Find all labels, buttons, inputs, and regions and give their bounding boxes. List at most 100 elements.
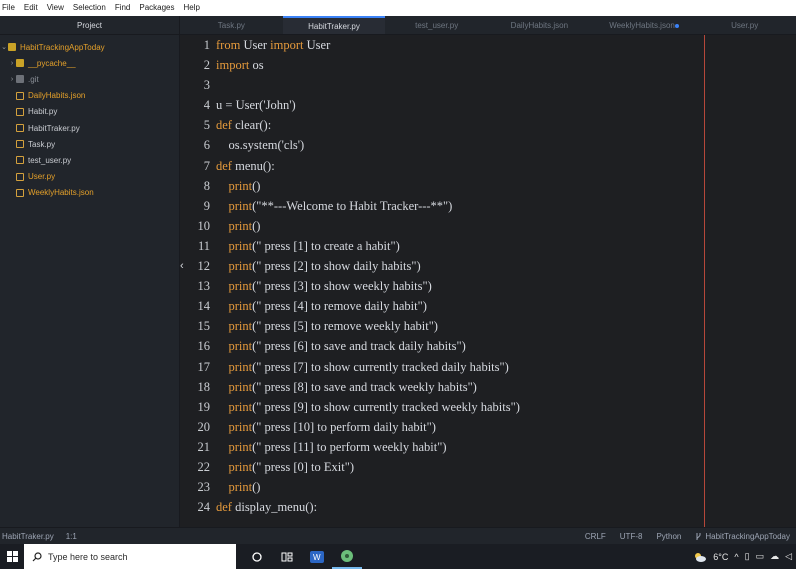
tree-item-label: User.py [28,172,56,182]
code-line[interactable]: print(" press [9] to show currently trac… [216,397,520,417]
status-cursor[interactable]: 1:1 [66,532,77,541]
status-encoding[interactable]: UTF-8 [620,532,643,541]
folder-icon [16,59,24,68]
battery-icon[interactable]: ▭ [756,551,765,562]
folder-icon [16,75,24,84]
windows-start-icon[interactable] [0,544,24,569]
menu-selection[interactable]: Selection [73,0,106,16]
line-number: 6 [203,138,210,153]
line-number: 11 [197,238,210,253]
widgets-icon[interactable] [272,544,302,569]
tree-item-git[interactable]: › .git [0,71,179,87]
code-line[interactable] [216,75,520,95]
tree-item-task[interactable]: Task.py [0,136,179,152]
tree-root[interactable]: ⌄ HabitTrackingAppToday [0,39,179,55]
file-icon [16,91,24,100]
chevron-right-icon[interactable]: › [8,60,16,67]
menu-find[interactable]: Find [115,0,131,16]
code-line[interactable]: print() [216,176,520,196]
code-line[interactable]: from User import User [216,35,520,55]
tree-item-label: WeeklyHabits.json [28,188,94,198]
code-line[interactable]: import os [216,55,520,75]
code-line[interactable]: print(" press [7] to show currently trac… [216,357,520,377]
code-line[interactable]: def clear(): [216,115,520,135]
line-number: 8 [203,178,210,193]
status-grammar[interactable]: Python [656,532,681,541]
menu-help[interactable]: Help [184,0,200,16]
menu-edit[interactable]: Edit [24,0,38,16]
code-line[interactable]: def menu(): [216,156,520,176]
code-area[interactable]: from User import User import os u = User('… [216,35,520,517]
line-number: 4 [203,98,210,113]
temperature[interactable]: 6°C [713,552,728,562]
word-app-icon[interactable]: W [302,544,332,569]
code-line[interactable]: print(" press [1] to create a habit") [216,236,520,256]
cloud-icon[interactable]: ☁ [770,551,779,562]
code-line[interactable]: print("**---Welcome to Habit Tracker---*… [216,196,520,216]
tree-item-label: DailyHabits.json [28,91,86,101]
tab-habittraker[interactable]: HabitTraker.py [282,16,386,34]
line-number: 18 [197,379,211,394]
system-tray: 6°C ^ ▯ ▭ ☁ ◁ [693,551,796,562]
tab-dailyhabits[interactable]: DailyHabits.json [488,16,591,34]
tree-item-label: test_user.py [28,155,72,165]
tab-weeklyhabits[interactable]: WeeklyHabits.json [591,16,694,34]
menu-file[interactable]: File [2,0,15,16]
network-icon[interactable]: ▯ [745,551,750,562]
tree-item-dailyhabits[interactable]: DailyHabits.json [0,88,179,104]
code-line[interactable]: os.system('cls') [216,135,520,155]
line-number: 16 [197,339,211,354]
code-line[interactable]: print(" press [3] to show weekly habits"… [216,276,520,296]
tree-item-habit[interactable]: Habit.py [0,104,179,120]
menu-bar: File Edit View Selection Find Packages H… [0,0,796,16]
line-number: 7 [203,158,210,173]
chevron-up-icon[interactable]: ^ [734,552,738,562]
tab-user[interactable]: User.py [693,16,796,34]
panel-title: Project [0,16,179,35]
taskbar-search[interactable]: Type here to search [24,544,236,569]
code-line[interactable]: print(" press [8] to save and track week… [216,377,520,397]
code-line[interactable]: def display_menu(): [216,497,520,517]
tree-item-user[interactable]: User.py [0,169,179,185]
code-line[interactable]: print(" press [0] to Exit") [216,457,520,477]
code-line[interactable]: u = User('John') [216,95,520,115]
tree-item-weeklyhabits[interactable]: WeeklyHabits.json [0,185,179,201]
chevron-left-icon[interactable]: ‹ [180,260,188,272]
tree-item-testuser[interactable]: test_user.py [0,152,179,168]
line-number: 22 [197,459,211,474]
tree-item-label: HabitTraker.py [28,123,80,133]
folder-icon [8,43,16,52]
code-line[interactable]: print(" press [4] to remove daily habit"… [216,296,520,316]
line-number: 20 [197,419,211,434]
tree-item-pycache[interactable]: › __pycache__ [0,55,179,71]
code-line[interactable]: print() [216,216,520,236]
atom-app-icon[interactable] [332,544,362,569]
code-line[interactable]: print() [216,477,520,497]
status-file[interactable]: HabitTraker.py [2,532,54,541]
code-line[interactable]: print(" press [6] to save and track dail… [216,336,520,356]
code-line[interactable]: print(" press [5] to remove weekly habit… [216,316,520,336]
chevron-right-icon[interactable]: › [8,76,16,83]
code-editor[interactable]: 1 2 3 4 5 6 7 8 9 10 11 12 13 14 15 16 17 18 19 20 21 22 23 24 … [180,35,796,527]
task-view-icon[interactable] [242,544,272,569]
status-project[interactable]: HabitTrackingAppToday [695,532,790,541]
tab-test-user[interactable]: test_user.py [385,16,488,34]
volume-icon[interactable]: ◁ [785,551,792,562]
code-line[interactable]: print(" press [2] to show daily habits") [216,256,520,276]
tree-root-label: HabitTrackingAppToday [20,42,105,52]
tab-task[interactable]: Task.py [180,16,283,34]
code-line[interactable]: print(" press [11] to perform weekly hab… [216,437,520,457]
file-icon [16,188,24,197]
code-line[interactable]: print(" press [10] to perform daily habi… [216,417,520,437]
menu-packages[interactable]: Packages [139,0,174,16]
tab-label: User.py [731,20,759,30]
tab-label: test_user.py [415,20,459,30]
status-line-ending[interactable]: CRLF [585,532,606,541]
menu-view[interactable]: View [47,0,64,16]
weather-icon[interactable] [693,552,707,562]
tree-item-habittraker[interactable]: HabitTraker.py [0,120,179,136]
chevron-down-icon[interactable]: ⌄ [0,43,8,51]
wrap-guide [704,35,705,527]
tab-label: DailyHabits.json [510,20,569,30]
line-number: 1 [203,38,210,52]
